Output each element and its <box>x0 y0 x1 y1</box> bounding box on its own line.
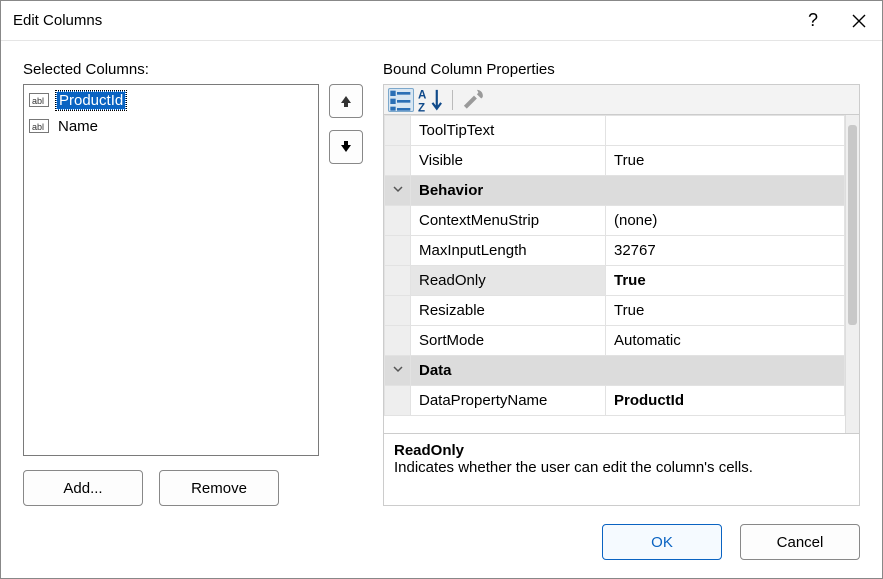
property-row[interactable]: VisibleTrue <box>385 146 845 176</box>
row-gutter <box>385 386 411 416</box>
svg-text:abl: abl <box>32 96 44 106</box>
arrow-down-icon <box>339 140 353 154</box>
svg-text:A: A <box>418 89 427 101</box>
property-category-row[interactable]: Data <box>385 356 845 386</box>
list-item[interactable]: abl Name <box>26 113 316 139</box>
ok-button[interactable]: OK <box>602 524 722 560</box>
property-value[interactable] <box>606 116 845 146</box>
remove-button[interactable]: Remove <box>159 470 279 506</box>
categorized-button[interactable] <box>388 88 414 112</box>
titlebar: Edit Columns ? <box>1 1 882 41</box>
property-row[interactable]: ToolTipText <box>385 116 845 146</box>
chevron-down-icon[interactable] <box>392 363 404 375</box>
cancel-button[interactable]: Cancel <box>740 524 860 560</box>
property-grid-scrollbar[interactable] <box>845 115 859 433</box>
move-down-button[interactable] <box>329 130 363 164</box>
property-row[interactable]: ContextMenuStrip(none) <box>385 206 845 236</box>
category-name: Behavior <box>411 176 845 206</box>
alphabetical-icon: A Z <box>418 87 444 113</box>
row-gutter <box>385 266 411 296</box>
add-button[interactable]: Add... <box>23 470 143 506</box>
arrow-up-icon <box>339 94 353 108</box>
toolbar-separator <box>452 90 453 110</box>
row-gutter <box>385 206 411 236</box>
property-name: Resizable <box>411 296 606 326</box>
scrollbar-thumb[interactable] <box>848 125 857 325</box>
property-row[interactable]: MaxInputLength32767 <box>385 236 845 266</box>
row-gutter <box>385 296 411 326</box>
category-gutter[interactable] <box>385 356 411 386</box>
properties-panel: Bound Column Properties A Z <box>383 61 860 506</box>
category-name: Data <box>411 356 845 386</box>
categorized-icon <box>389 88 413 112</box>
list-item[interactable]: abl ProductId <box>26 87 316 113</box>
row-gutter <box>385 116 411 146</box>
property-value[interactable]: Automatic <box>606 326 845 356</box>
selected-columns-panel: Selected Columns: abl ProductId abl Name Ad… <box>23 61 363 506</box>
text-column-icon: abl <box>28 91 50 109</box>
property-name: Visible <box>411 146 606 176</box>
list-item-label: ProductId <box>56 91 126 110</box>
property-pages-button[interactable] <box>461 88 487 112</box>
close-icon <box>852 14 866 28</box>
property-name: ContextMenuStrip <box>411 206 606 236</box>
property-row[interactable]: SortModeAutomatic <box>385 326 845 356</box>
reorder-buttons <box>329 84 363 456</box>
property-row[interactable]: ReadOnlyTrue <box>385 266 845 296</box>
properties-label: Bound Column Properties <box>383 61 860 78</box>
property-name: MaxInputLength <box>411 236 606 266</box>
property-name: ToolTipText <box>411 116 606 146</box>
properties-toolbar: A Z <box>383 84 860 114</box>
category-gutter[interactable] <box>385 176 411 206</box>
wrench-icon <box>461 87 487 113</box>
help-property-name: ReadOnly <box>394 442 849 459</box>
row-gutter <box>385 146 411 176</box>
chevron-down-icon[interactable] <box>392 183 404 195</box>
svg-text:Z: Z <box>418 102 425 112</box>
alphabetical-button[interactable]: A Z <box>418 88 444 112</box>
selected-columns-label: Selected Columns: <box>23 61 363 78</box>
help-button[interactable]: ? <box>790 1 836 41</box>
property-value[interactable]: True <box>606 266 845 296</box>
property-category-row[interactable]: Behavior <box>385 176 845 206</box>
edit-columns-dialog: Edit Columns ? Selected Columns: abl Prod… <box>0 0 883 579</box>
property-value[interactable]: 32767 <box>606 236 845 266</box>
property-value[interactable]: True <box>606 146 845 176</box>
close-button[interactable] <box>836 1 882 41</box>
row-gutter <box>385 326 411 356</box>
property-value[interactable]: ProductId <box>606 386 845 416</box>
property-name: DataPropertyName <box>411 386 606 416</box>
move-up-button[interactable] <box>329 84 363 118</box>
property-grid[interactable]: ToolTipTextVisibleTrueBehaviorContextMen… <box>383 114 860 434</box>
property-name: ReadOnly <box>411 266 606 296</box>
dialog-footer: OK Cancel <box>23 506 860 560</box>
window-title: Edit Columns <box>13 12 790 29</box>
text-column-icon: abl <box>28 117 50 135</box>
svg-text:abl: abl <box>32 122 44 132</box>
row-gutter <box>385 236 411 266</box>
property-row[interactable]: DataPropertyNameProductId <box>385 386 845 416</box>
property-name: SortMode <box>411 326 606 356</box>
property-value[interactable]: True <box>606 296 845 326</box>
dialog-body: Selected Columns: abl ProductId abl Name Ad… <box>1 41 882 578</box>
property-help-box: ReadOnly Indicates whether the user can … <box>383 434 860 506</box>
property-value[interactable]: (none) <box>606 206 845 236</box>
help-property-description: Indicates whether the user can edit the … <box>394 459 849 476</box>
selected-columns-list[interactable]: abl ProductId abl Name <box>23 84 319 456</box>
property-row[interactable]: ResizableTrue <box>385 296 845 326</box>
list-item-label: Name <box>56 118 100 135</box>
